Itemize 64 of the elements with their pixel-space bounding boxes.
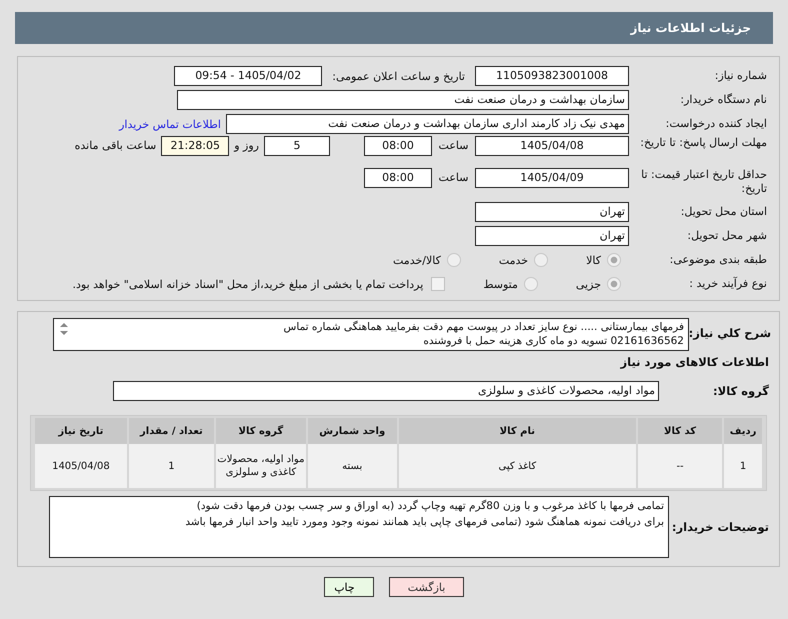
column-header: تاریخ نیاز — [35, 418, 127, 444]
field-label: شرح كلي نياز: — [689, 325, 772, 340]
table-cell: 1 — [128, 444, 214, 488]
table-cell: 1405/04/08 — [35, 444, 127, 488]
column-header: ردیف — [724, 418, 762, 444]
deadline-date-field: 1405/04/08 — [475, 136, 629, 156]
field-label: ایجاد کننده درخواست: — [664, 117, 768, 131]
field-label: نام دستگاه خریدار: — [679, 93, 768, 107]
scroll-arrows-icon[interactable] — [59, 322, 69, 336]
field-label: ساعت — [438, 170, 470, 186]
section-heading: اطلاعات کالاهای مورد نیاز — [619, 354, 770, 369]
field-label: شهر محل تحویل: — [686, 229, 768, 243]
back-button[interactable]: بازگشت — [388, 577, 464, 597]
column-header: نام کالا — [398, 418, 636, 444]
table-cell: مواد اولیه، محصولات کاغذی و سلولزی — [216, 444, 306, 488]
validity-date-field: 1405/04/09 — [475, 168, 629, 188]
field-label: ساعت باقی مانده — [74, 138, 156, 154]
buyer-org-field: سازمان بهداشت و درمان صنعت نفت — [177, 90, 629, 110]
field-label: گروه کالا: — [712, 384, 770, 398]
goods-group-field: مواد اولیه، محصولات کاغذی و سلولزی — [113, 381, 659, 401]
description-box: فرمهای بیمارستانی ..... نوع سایز تعداد در پیوست مهم دقت بفرمایید هماهنگی شماره تماس 02161636562 تسویه دو ماه کاری هزینه حمل با فروشنده — [53, 318, 689, 351]
validity-time-field: 08:00 — [364, 168, 432, 188]
field-label: توضیحات خریدار: — [670, 520, 770, 534]
field-label: روز و — [234, 138, 259, 154]
print-button[interactable]: چاپ — [324, 577, 374, 597]
radio-label: کالا — [586, 254, 601, 266]
days-field: 5 — [264, 136, 330, 156]
province-field: تهران — [475, 202, 629, 222]
radio-button[interactable] — [446, 253, 461, 267]
need-number-field: 1105093823001008 — [475, 66, 629, 86]
remaining-time-field: 21:28:05 — [161, 136, 230, 156]
column-header: کد کالا — [638, 418, 722, 444]
radio-button[interactable] — [524, 277, 538, 291]
radio-button[interactable] — [607, 253, 621, 267]
field-label: ساعت — [438, 138, 470, 154]
table-cell: 1 — [724, 444, 762, 488]
table-cell: کاغذ کپی — [398, 444, 636, 488]
deadline-time-field: 08:00 — [364, 136, 432, 156]
field-label: حداقل تاریخ اعتبار قیمت: تا تاریخ: — [640, 168, 768, 196]
buyer-notes-box: تمامی فرمها با کاغذ مرغوب و با وزن 80گرم تهیه وچاپ گردد (به اوراق و سر چسب بودن فرمها دقت شود) برای دریافت نمونه هماهنگ شود (تمامی فرمهای چاپی باید همانند نمونه وجود ومورد تایید واحد انبار فرمها باشد — [49, 496, 669, 558]
radio-label: متوسط — [483, 278, 518, 290]
field-label: طبقه بندی موضوعی: — [668, 253, 768, 267]
field-label: استان محل تحویل: — [680, 205, 768, 219]
announce-date-field: 1405/04/02 - 09:54 — [174, 66, 322, 86]
field-label: تاریخ و ساعت اعلان عمومی: — [332, 70, 465, 82]
radio-label: خدمت — [498, 254, 528, 266]
checkbox[interactable] — [431, 277, 446, 291]
radio-label: جزیی — [576, 278, 601, 290]
buyer-contact-link[interactable]: اطلاعات تماس خریدار — [119, 118, 221, 130]
radio-label: کالا/خدمت — [393, 254, 441, 266]
field-label: نوع فرآیند خرید : — [688, 277, 768, 291]
table-cell: -- — [638, 444, 722, 488]
page-title: جزئیات اطلاعات نیاز — [630, 21, 751, 35]
field-label: شماره نیاز: — [714, 69, 768, 83]
city-field: تهران — [475, 226, 629, 246]
radio-button[interactable] — [607, 277, 621, 291]
radio-button[interactable] — [534, 253, 548, 267]
checkbox-label: پرداخت تمام یا بخشی از مبلغ خرید،از محل "اسناد خزانه اسلامی" خواهد بود. — [72, 278, 424, 290]
column-header: گروه کالا — [216, 418, 306, 444]
table-cell: بسته — [308, 444, 397, 488]
creator-field: مهدی نیک زاد کارمند اداری سازمان بهداشت و درمان صنعت نفت — [226, 114, 629, 134]
column-header: تعداد / مقدار — [128, 418, 214, 444]
column-header: واحد شمارش — [308, 418, 397, 444]
field-label: مهلت ارسال پاسخ: تا تاریخ: — [639, 136, 768, 150]
